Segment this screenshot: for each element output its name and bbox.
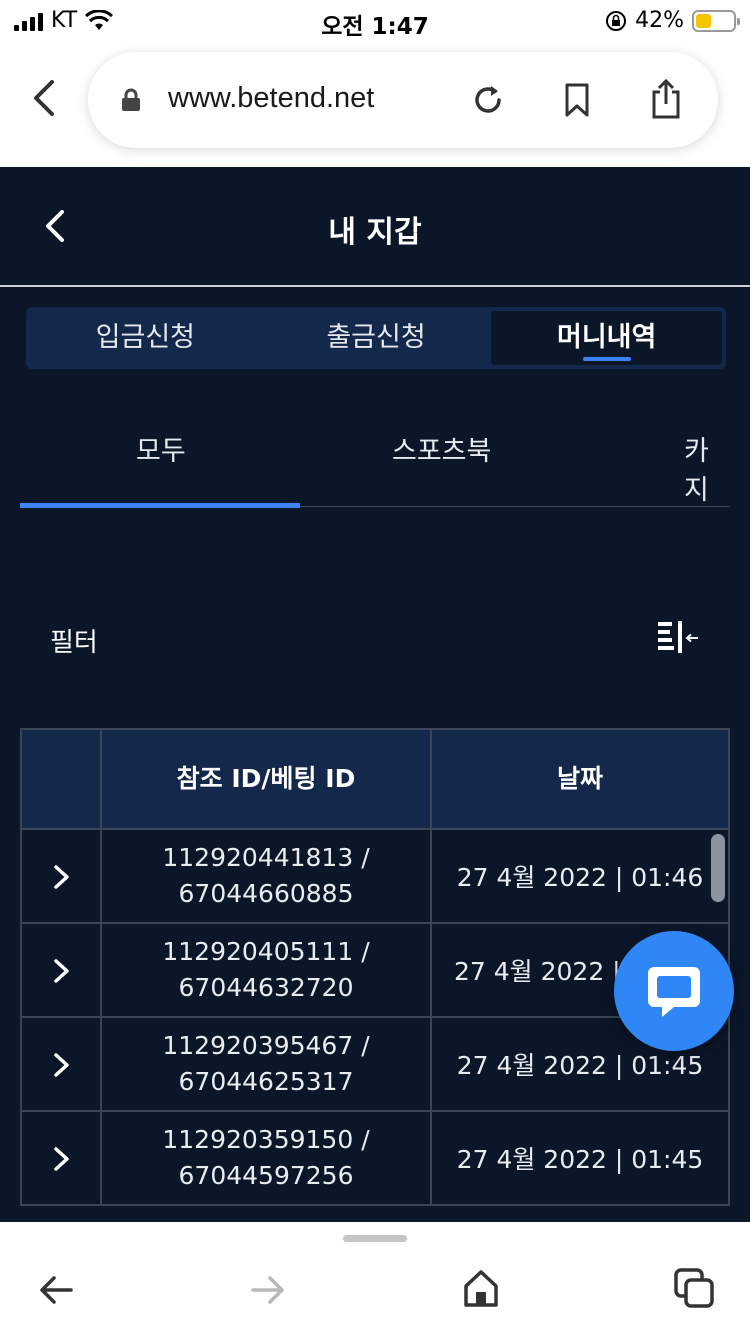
tab-sportsbook[interactable]: 스포츠북	[392, 429, 491, 468]
ref-id: 112920405111 /	[162, 937, 370, 966]
tab-all[interactable]: 모두	[136, 429, 186, 468]
filter-list-icon[interactable]	[656, 619, 700, 657]
reload-icon[interactable]	[470, 82, 506, 118]
header-expand-col	[22, 730, 102, 828]
chevron-right-icon[interactable]	[52, 958, 72, 984]
browser-bottom-bar	[0, 1222, 750, 1334]
expand-cell[interactable]	[22, 924, 102, 1016]
bet-id: 67044660885	[178, 879, 354, 908]
filter-label: 필터	[50, 628, 98, 658]
table-row[interactable]: 112920441813 / 67044660885 27 4월 2022 | …	[22, 830, 728, 924]
ref-id: 112920359150 /	[162, 1125, 370, 1154]
header-ref-id: 참조 ID/베팅 ID	[102, 730, 432, 828]
battery-icon	[692, 9, 740, 32]
history-tabs: 모두 스포츠북 카지	[20, 397, 730, 508]
bet-id: 67044597256	[178, 1161, 354, 1190]
nav-forward-icon[interactable]	[250, 1272, 286, 1308]
lock-icon	[122, 88, 140, 111]
url-text[interactable]: www.betend.net	[168, 82, 374, 115]
status-right: 42%	[605, 8, 740, 33]
ref-id: 112920395467 /	[162, 1031, 370, 1060]
page-title: 내 지갑	[328, 215, 422, 250]
expand-cell[interactable]	[22, 1018, 102, 1110]
chevron-right-icon[interactable]	[52, 1146, 72, 1172]
table-row[interactable]: 112920395467 / 67044625317 27 4월 2022 | …	[22, 1018, 728, 1112]
bookmark-icon[interactable]	[562, 82, 592, 118]
expand-cell[interactable]	[22, 830, 102, 922]
orientation-lock-icon	[606, 10, 627, 31]
date-cell: 27 4월 2022 | 01:45	[456, 1145, 704, 1174]
nav-back-icon[interactable]	[38, 1272, 74, 1308]
browser-top-bar: www.betend.net	[0, 44, 750, 167]
table-header: 참조 ID/베팅 ID 날짜	[22, 730, 728, 830]
app-content: 내 지갑 입금신청 출금신청 머니내역 모두 스포츠북 카지 필터 참조 ID/…	[0, 167, 750, 1222]
segment-deposit[interactable]: 입금신청	[30, 311, 261, 365]
battery-percent: 42%	[635, 8, 684, 33]
chevron-right-icon[interactable]	[52, 1052, 72, 1078]
ref-id-cell: 112920441813 / 67044660885	[102, 830, 432, 922]
tabs-icon[interactable]	[672, 1266, 716, 1310]
status-bar: KT 오전 1:47 42%	[0, 0, 750, 44]
table-row[interactable]: 112920359150 / 67044597256 27 4월 2022 | …	[22, 1112, 728, 1206]
bet-id: 67044632720	[178, 973, 354, 1002]
live-chat-button[interactable]	[614, 931, 734, 1051]
tab-casino[interactable]: 카지	[684, 429, 730, 507]
table-scrollbar[interactable]	[711, 834, 725, 902]
ref-id-cell: 112920359150 / 67044597256	[102, 1112, 432, 1204]
ref-id-cell: 112920395467 / 67044625317	[102, 1018, 432, 1110]
expand-cell[interactable]	[22, 1112, 102, 1204]
date-cell: 27 4월 2022 | 01:46	[456, 863, 704, 892]
chat-bubble-icon	[648, 967, 700, 1017]
home-icon[interactable]	[462, 1268, 500, 1308]
chevron-right-icon[interactable]	[52, 864, 72, 890]
ref-id-cell: 112920405111 / 67044632720	[102, 924, 432, 1016]
header-date: 날짜	[556, 764, 603, 793]
segment-withdraw[interactable]: 출금신청	[261, 311, 492, 365]
url-bar[interactable]: www.betend.net	[88, 52, 718, 148]
bet-id: 67044625317	[178, 1067, 354, 1096]
ref-id: 112920441813 /	[162, 843, 370, 872]
home-indicator	[343, 1235, 407, 1242]
browser-back-icon[interactable]	[28, 78, 60, 118]
page-header: 내 지갑	[0, 167, 750, 287]
share-icon[interactable]	[648, 78, 684, 120]
segment-money-history[interactable]: 머니내역	[491, 311, 723, 365]
active-tab-indicator	[20, 503, 300, 508]
wallet-segment-control: 입금신청 출금신청 머니내역	[26, 307, 726, 369]
battery-fill	[696, 13, 712, 28]
